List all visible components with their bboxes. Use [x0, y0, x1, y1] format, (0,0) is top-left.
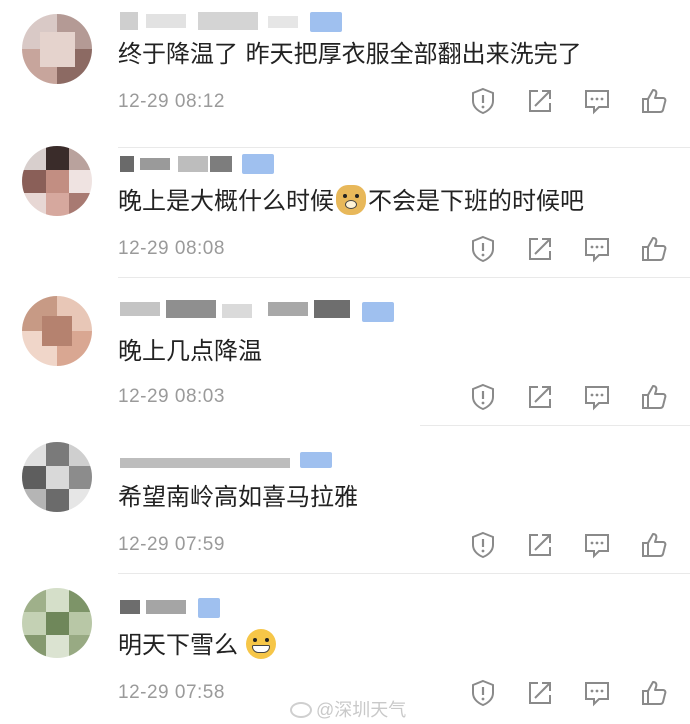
avatar[interactable] [22, 146, 92, 216]
reply-icon[interactable] [582, 678, 612, 708]
doge-emoji [336, 185, 366, 215]
comment-time: 12-29 07:58 [118, 682, 225, 703]
comment-text: 希望南岭高如喜马拉雅 [118, 483, 358, 511]
username[interactable] [118, 598, 358, 620]
reply-icon[interactable] [582, 530, 612, 560]
watermark-text: @深圳天气 [316, 700, 407, 720]
vip-badge [310, 12, 342, 32]
comment-actions [468, 234, 678, 264]
comment-actions [468, 86, 678, 116]
comment-actions [468, 678, 678, 708]
comment-text-part: 不会是下班的时候吧 [368, 187, 584, 215]
report-icon[interactable] [468, 678, 498, 708]
comment-item: 终于降温了 昨天把厚衣服全部翻出来洗完了 12-29 08:12 [0, 0, 690, 148]
comment-text: 晚上是大概什么时候 不会是下班的时候吧 [118, 184, 584, 218]
report-icon[interactable] [468, 530, 498, 560]
username[interactable] [118, 154, 358, 176]
comment-actions [468, 530, 678, 560]
comment-text: 明天下雪么 [118, 628, 278, 662]
username[interactable] [118, 452, 358, 474]
report-icon[interactable] [468, 382, 498, 412]
comment-time: 12-29 08:03 [118, 386, 225, 407]
like-icon[interactable] [639, 86, 669, 116]
forward-icon[interactable] [525, 234, 555, 264]
comment-text: 终于降温了 昨天把厚衣服全部翻出来洗完了 [118, 40, 582, 68]
like-icon[interactable] [639, 382, 669, 412]
comment-time: 12-29 08:12 [118, 91, 225, 112]
forward-icon[interactable] [525, 678, 555, 708]
reply-icon[interactable] [582, 234, 612, 264]
comment-text: 晚上几点降温 [118, 337, 262, 365]
weibo-logo-icon [290, 702, 312, 718]
forward-icon[interactable] [525, 382, 555, 412]
like-icon[interactable] [639, 678, 669, 708]
report-icon[interactable] [468, 86, 498, 116]
comment-text-part: 晚上是大概什么时候 [118, 187, 334, 215]
username[interactable] [118, 12, 358, 34]
vip-badge [198, 598, 220, 618]
vip-badge [300, 452, 332, 468]
watermark: @深圳天气 [290, 696, 406, 722]
username[interactable] [118, 300, 394, 322]
reply-icon[interactable] [582, 86, 612, 116]
forward-icon[interactable] [525, 530, 555, 560]
vip-badge [362, 302, 394, 322]
like-icon[interactable] [639, 530, 669, 560]
avatar[interactable] [22, 296, 92, 366]
report-icon[interactable] [468, 234, 498, 264]
avatar[interactable] [22, 442, 92, 512]
comment-item: 晚上是大概什么时候 不会是下班的时候吧 12-29 08:08 [0, 130, 690, 278]
forward-icon[interactable] [525, 86, 555, 116]
reply-icon[interactable] [582, 382, 612, 412]
comment-time: 12-29 08:08 [118, 238, 225, 259]
grin-emoji [246, 629, 276, 659]
vip-badge [242, 154, 274, 174]
comment-actions [468, 382, 678, 412]
comment-text-part: 明天下雪么 [118, 631, 238, 659]
avatar[interactable] [22, 14, 92, 84]
like-icon[interactable] [639, 234, 669, 264]
comment-time: 12-29 07:59 [118, 534, 225, 555]
comment-item: 希望南岭高如喜马拉雅 12-29 07:59 [0, 426, 690, 574]
avatar[interactable] [22, 588, 92, 658]
comment-item: 晚上几点降温 12-29 08:03 [0, 278, 690, 426]
